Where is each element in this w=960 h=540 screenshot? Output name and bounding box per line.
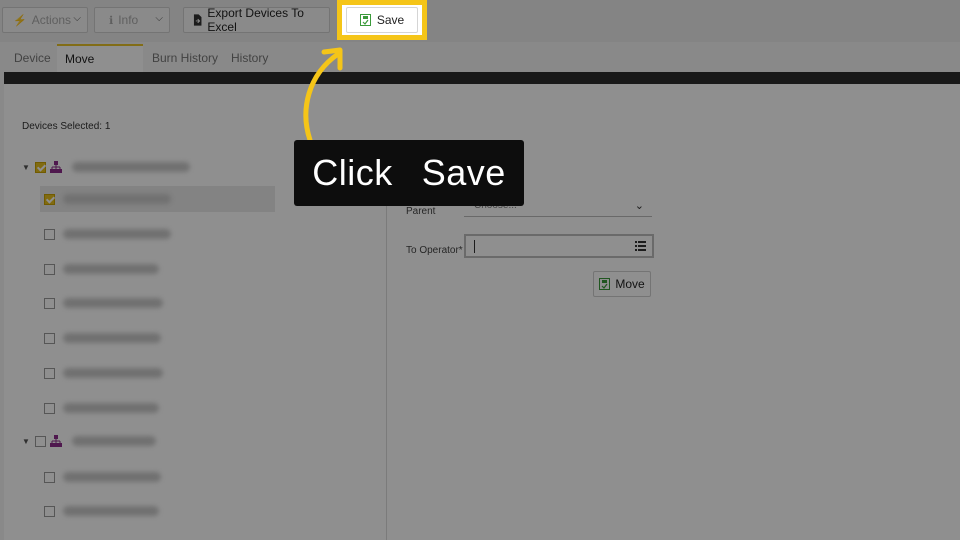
section-header-bar bbox=[4, 72, 960, 84]
to-operator-label: To Operator* bbox=[406, 245, 463, 256]
actions-label: Actions bbox=[31, 13, 72, 27]
export-devices-label: Export Devices To Excel bbox=[207, 6, 304, 34]
tree-item[interactable] bbox=[44, 187, 171, 211]
pointer-arrow-icon bbox=[303, 47, 343, 143]
tree-item[interactable] bbox=[44, 257, 159, 281]
devices-selected-count: Devices Selected: 1 bbox=[22, 121, 111, 132]
device-name-redacted bbox=[63, 298, 163, 308]
device-checkbox[interactable] bbox=[44, 471, 55, 483]
tab-move-devices[interactable]: Move Devices bbox=[57, 44, 143, 92]
device-checkbox[interactable] bbox=[44, 263, 55, 275]
move-button-label: Move bbox=[615, 277, 645, 291]
device-name-redacted bbox=[63, 472, 161, 482]
device-name-redacted bbox=[63, 403, 159, 413]
device-checkbox[interactable] bbox=[44, 297, 55, 309]
instruction-callout: Click Save bbox=[294, 140, 524, 206]
actions-button[interactable]: ⚡ Actions ⌵ bbox=[2, 7, 88, 33]
export-devices-button[interactable]: Export Devices To Excel bbox=[183, 6, 330, 34]
caret-down-icon: ▼ bbox=[22, 162, 30, 172]
tab-device[interactable]: Device bbox=[6, 44, 59, 72]
tree-group[interactable]: ▼ bbox=[22, 155, 190, 179]
save-icon bbox=[359, 14, 371, 26]
caret-down-icon: ▼ bbox=[22, 436, 30, 446]
tree-item[interactable] bbox=[44, 396, 159, 420]
chevron-down-icon: ⌄ bbox=[634, 200, 644, 212]
device-checkbox[interactable] bbox=[44, 228, 55, 240]
save-button[interactable]: Save bbox=[346, 7, 418, 33]
tree-item[interactable] bbox=[44, 465, 161, 489]
tree-group[interactable]: ▼ bbox=[22, 429, 156, 453]
lightning-icon: ⚡ bbox=[13, 14, 27, 27]
tab-bar: Device Move Devices Burn History History bbox=[0, 44, 960, 92]
chevron-down-icon: ⌵ bbox=[73, 13, 81, 24]
save-button-label: Save bbox=[376, 13, 405, 27]
info-button[interactable]: ℹ Info ⌵ bbox=[94, 7, 170, 33]
device-checkbox[interactable] bbox=[44, 367, 55, 379]
move-button[interactable]: Move bbox=[593, 271, 651, 297]
hierarchy-icon bbox=[49, 161, 62, 173]
group-name-redacted bbox=[71, 162, 190, 172]
device-name-redacted bbox=[63, 229, 171, 239]
chevron-down-icon: ⌵ bbox=[155, 13, 163, 24]
tab-history[interactable]: History bbox=[223, 44, 276, 72]
parent-label: Parent bbox=[406, 206, 436, 217]
file-export-icon bbox=[193, 14, 202, 26]
tree-item[interactable] bbox=[44, 499, 159, 523]
save-icon bbox=[599, 278, 611, 290]
device-name-redacted bbox=[63, 506, 159, 516]
group-checkbox[interactable] bbox=[34, 161, 46, 173]
device-checkbox[interactable] bbox=[44, 505, 55, 517]
list-icon[interactable] bbox=[635, 241, 646, 251]
tree-item[interactable] bbox=[44, 291, 163, 315]
device-name-redacted bbox=[63, 333, 161, 343]
device-name-redacted bbox=[63, 264, 159, 274]
group-checkbox[interactable] bbox=[34, 435, 46, 447]
text-cursor bbox=[474, 240, 475, 253]
group-name-redacted bbox=[71, 436, 156, 446]
tree-item[interactable] bbox=[44, 361, 163, 385]
device-checkbox[interactable] bbox=[44, 193, 55, 205]
toolbar: ⚡ Actions ⌵ ℹ Info ⌵ Export Devices To E… bbox=[0, 0, 960, 42]
device-name-redacted bbox=[63, 194, 171, 204]
tree-item[interactable] bbox=[44, 326, 161, 350]
device-checkbox[interactable] bbox=[44, 402, 55, 414]
info-icon: ℹ bbox=[109, 13, 114, 27]
device-checkbox[interactable] bbox=[44, 332, 55, 344]
info-label: Info bbox=[118, 13, 139, 27]
to-operator-input[interactable] bbox=[464, 234, 654, 258]
tab-burn-history[interactable]: Burn History bbox=[144, 44, 226, 72]
tree-item[interactable] bbox=[44, 222, 171, 246]
hierarchy-icon bbox=[49, 435, 62, 447]
device-name-redacted bbox=[63, 368, 163, 378]
